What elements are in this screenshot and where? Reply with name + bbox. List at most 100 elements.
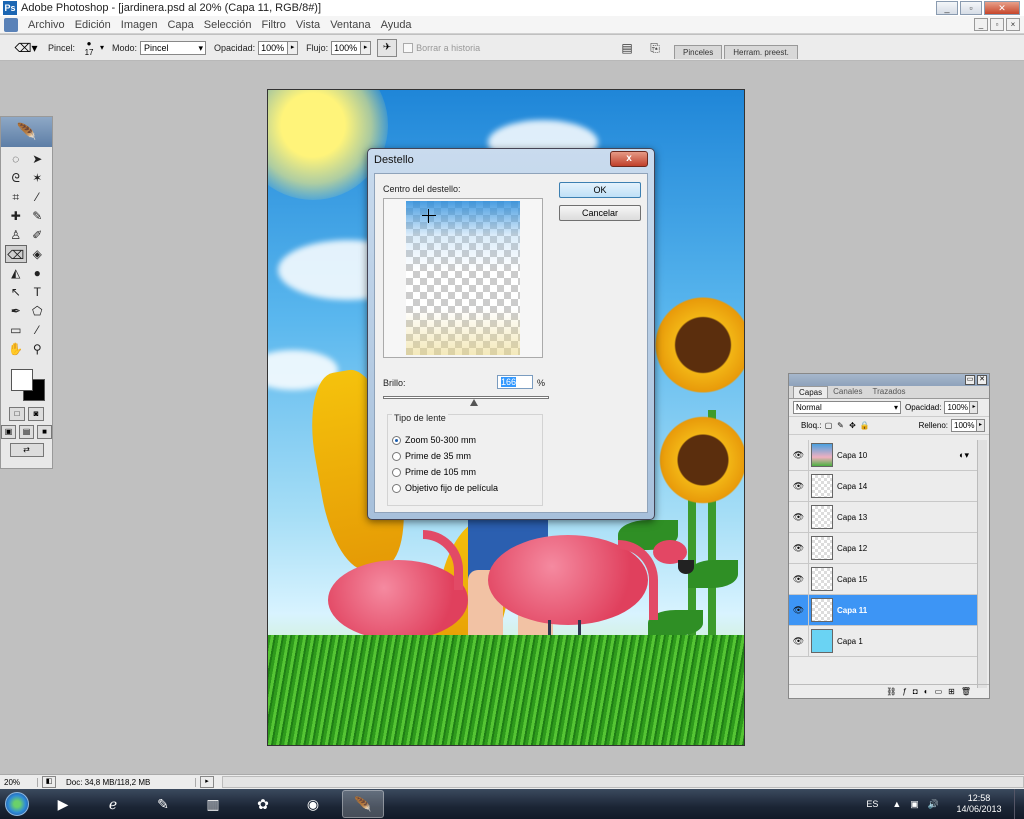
- start-button[interactable]: [0, 789, 34, 819]
- volume-tray-icon[interactable]: 🔊: [928, 799, 939, 810]
- airbrush-icon[interactable]: ✈: [377, 38, 398, 57]
- healing-brush-tool-icon[interactable]: ✚: [5, 207, 27, 225]
- layer-row[interactable]: 👁 Capa 14: [789, 471, 977, 502]
- horizontal-scrollbar[interactable]: [222, 776, 1024, 788]
- chrome-icon[interactable]: ◉: [292, 790, 334, 818]
- layer-row-selected[interactable]: 👁 Capa 11: [789, 595, 977, 626]
- blend-mode-select[interactable]: Normal: [793, 401, 901, 414]
- menu-capa[interactable]: Capa: [162, 19, 198, 31]
- tray-arrow-icon[interactable]: ▲: [892, 799, 901, 809]
- standard-mode-icon[interactable]: □: [9, 407, 25, 421]
- notes-tool-icon[interactable]: ▭: [5, 321, 27, 339]
- erase-history-checkbox[interactable]: [403, 42, 414, 53]
- menu-ayuda[interactable]: Ayuda: [376, 19, 417, 31]
- tab-capas[interactable]: Capas: [793, 386, 829, 398]
- fill-arrow[interactable]: ▸: [977, 419, 985, 432]
- lens-option-film[interactable]: Objetivo fijo de película: [392, 483, 498, 493]
- layer-opacity-input[interactable]: 100%: [944, 401, 971, 414]
- slice-tool-icon[interactable]: ⁄: [27, 188, 49, 206]
- eyedropper-tool-icon[interactable]: ⁄: [27, 321, 49, 339]
- screen-mode-full-menu-icon[interactable]: ▤: [19, 425, 34, 439]
- minimize-button[interactable]: _: [936, 1, 958, 15]
- maximize-button[interactable]: ▫: [960, 1, 982, 15]
- layers-scrollbar[interactable]: [977, 440, 987, 688]
- path-selection-tool-icon[interactable]: ↖: [5, 283, 27, 301]
- language-indicator[interactable]: ES: [866, 799, 878, 809]
- link-layers-icon[interactable]: ⛓: [886, 687, 896, 696]
- visibility-eye-icon[interactable]: 👁: [789, 533, 809, 563]
- crop-tool-icon[interactable]: ⌗: [5, 188, 27, 206]
- paint-bucket-tool-icon[interactable]: ◈: [27, 245, 49, 263]
- doc-restore-button[interactable]: ▫: [990, 18, 1004, 31]
- radio-35mm[interactable]: [392, 451, 401, 461]
- lock-position-icon[interactable]: ✥: [847, 421, 857, 431]
- crosshair-icon[interactable]: [422, 209, 436, 223]
- screen-mode-full-icon[interactable]: ■: [37, 425, 52, 439]
- lens-option-35mm[interactable]: Prime de 35 mm: [392, 451, 471, 461]
- palette-dock-icon[interactable]: ⎘: [646, 39, 664, 57]
- ok-button[interactable]: OK: [559, 182, 641, 198]
- visibility-eye-icon[interactable]: 👁: [789, 502, 809, 532]
- brightness-slider-thumb[interactable]: [470, 399, 479, 406]
- layer-row[interactable]: 👁 Capa 12: [789, 533, 977, 564]
- jump-to-imageready-icon[interactable]: ⇄: [9, 443, 44, 457]
- media-player-icon[interactable]: ▶: [42, 790, 84, 818]
- tab-trazados[interactable]: Trazados: [867, 386, 910, 398]
- paint-app-icon[interactable]: ✎: [142, 790, 184, 818]
- layers-panel-titlebar[interactable]: ▭ ✕: [789, 374, 989, 386]
- radio-105mm[interactable]: [392, 467, 401, 477]
- eraser-tool-preset-icon[interactable]: ⌫▾: [12, 38, 40, 58]
- layer-row[interactable]: 👁 Capa 13: [789, 502, 977, 533]
- file-browser-icon[interactable]: ▤: [618, 39, 636, 57]
- opacity-input[interactable]: 100%: [258, 40, 289, 55]
- foreground-color-swatch[interactable]: [11, 369, 33, 391]
- visibility-eye-icon[interactable]: 👁: [789, 595, 809, 625]
- menu-ventana[interactable]: Ventana: [325, 19, 375, 31]
- new-group-icon[interactable]: ▭: [935, 687, 943, 696]
- quick-mask-mode-icon[interactable]: ◙: [28, 407, 44, 421]
- photoshop-app-icon[interactable]: Ps: [3, 1, 17, 15]
- layer-row[interactable]: 👁 Capa 1: [789, 626, 977, 657]
- zoom-tool-icon[interactable]: ⚲: [27, 340, 49, 358]
- menu-imagen[interactable]: Imagen: [116, 19, 163, 31]
- dialog-close-button[interactable]: x: [610, 151, 648, 167]
- file-explorer-icon[interactable]: ▥: [192, 790, 234, 818]
- pen-tool-icon[interactable]: ✒: [5, 302, 27, 320]
- network-tray-icon[interactable]: ▣: [910, 799, 919, 810]
- blur-tool-icon[interactable]: ◭: [5, 264, 27, 282]
- lens-option-zoom[interactable]: Zoom 50-300 mm: [392, 435, 476, 445]
- visibility-eye-icon[interactable]: 👁: [789, 440, 809, 470]
- marquee-tool-icon[interactable]: ◌: [5, 150, 27, 168]
- visibility-eye-icon[interactable]: 👁: [789, 564, 809, 594]
- radio-zoom[interactable]: [392, 435, 401, 445]
- opacity-slider-arrow[interactable]: ▸: [288, 40, 299, 55]
- menu-vista[interactable]: Vista: [291, 19, 325, 31]
- layer-opacity-arrow[interactable]: ▸: [970, 401, 979, 414]
- layer-style-icon[interactable]: ƒ: [902, 687, 906, 696]
- tab-canales[interactable]: Canales: [828, 386, 867, 398]
- layer-row[interactable]: 👁 Capa 15: [789, 564, 977, 595]
- hand-tool-icon[interactable]: ✋: [5, 340, 27, 358]
- clone-stamp-tool-icon[interactable]: ♙: [5, 226, 27, 244]
- magic-wand-tool-icon[interactable]: ✶: [27, 169, 49, 187]
- tab-herram-preest[interactable]: Herram. preest.: [724, 45, 798, 59]
- new-layer-icon[interactable]: ⊞: [948, 687, 955, 696]
- brush-preview[interactable]: ● 17: [78, 39, 100, 57]
- menu-archivo[interactable]: Archivo: [23, 19, 70, 31]
- visibility-eye-icon[interactable]: 👁: [789, 626, 809, 656]
- close-button[interactable]: ✕: [984, 1, 1020, 15]
- layer-row[interactable]: 👁 Capa 10 ◐▾: [789, 440, 977, 471]
- eraser-tool-icon[interactable]: ⌫: [5, 245, 27, 263]
- lens-option-105mm[interactable]: Prime de 105 mm: [392, 467, 476, 477]
- lock-all-icon[interactable]: 🔒: [859, 421, 869, 431]
- doc-minimize-button[interactable]: _: [974, 18, 988, 31]
- cancel-button[interactable]: Cancelar: [559, 205, 641, 221]
- flow-slider-arrow[interactable]: ▸: [361, 40, 372, 55]
- lock-pixels-icon[interactable]: ✎: [835, 421, 845, 431]
- photoshop-feather-logo[interactable]: 🪶: [1, 117, 52, 147]
- delete-layer-icon[interactable]: 🗑: [961, 687, 971, 696]
- type-tool-icon[interactable]: T: [27, 283, 49, 301]
- doc-close-button[interactable]: ×: [1006, 18, 1020, 31]
- fill-input[interactable]: 100%: [951, 419, 977, 432]
- flare-preview[interactable]: [383, 198, 543, 358]
